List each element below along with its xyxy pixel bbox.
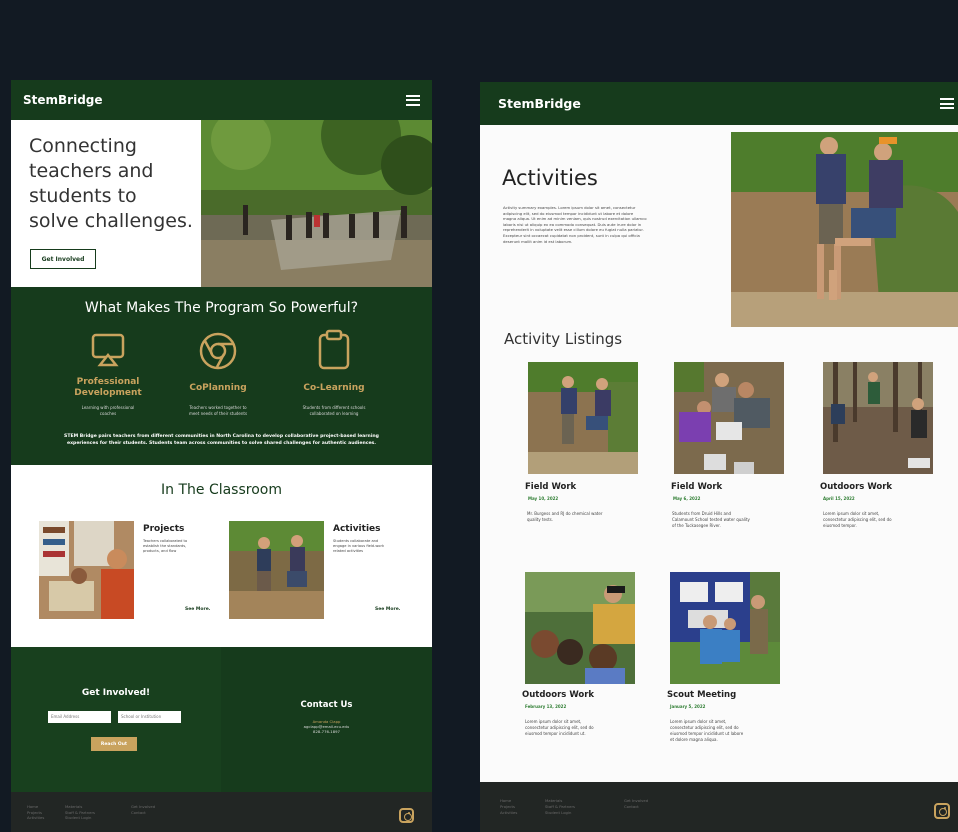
activity-title: Outdoors Work <box>522 690 595 700</box>
activity-photo <box>823 362 933 474</box>
activity-title: Field Work <box>525 482 577 492</box>
left-page-preview: StemBridge Connecting teachers and stude… <box>11 80 432 832</box>
activity-desc: Mr. Burgess and RJ do chemical water qua… <box>527 511 602 523</box>
activities-photo <box>229 521 324 619</box>
feature-desc: collaborated on learning <box>309 411 359 416</box>
card-title: Projects <box>143 524 185 534</box>
footer-link[interactable]: Contact <box>624 804 648 810</box>
hero-title-line: Connecting <box>29 135 137 157</box>
feature-title: Co-Learning <box>303 383 365 393</box>
instagram-icon[interactable] <box>399 808 414 823</box>
top-nav: StemBridge <box>11 80 432 120</box>
contact-heading: Contact Us <box>300 700 353 710</box>
feature-title: Professional <box>76 377 140 387</box>
activity-photo <box>670 572 780 684</box>
hero-photo <box>201 120 432 287</box>
activity-date: May 6, 2022 <box>673 496 701 501</box>
activity-card[interactable]: Outdoors Work <box>820 362 940 492</box>
activity-desc: Students from Druid Hills and Calamount … <box>672 511 750 529</box>
footer-link[interactable]: Activities <box>27 815 44 821</box>
classroom-section: In The Classroom Projects Teachers colla… <box>11 465 432 647</box>
footer: Home Projects Activities Materials Staff… <box>11 792 432 832</box>
hero-text-block: Connecting teachers and students to solv… <box>11 120 201 287</box>
contact-phone: 828-776-1897 <box>313 729 340 734</box>
section-heading: What Makes The Program So Powerful? <box>84 300 359 316</box>
desc-line: eiusmod tempor. <box>823 523 857 528</box>
see-more-link[interactable]: See More. <box>185 607 210 612</box>
brand-logo[interactable]: StemBridge <box>23 93 103 107</box>
activity-title: Field Work <box>671 482 723 492</box>
brand-logo[interactable]: StemBridge <box>498 96 581 111</box>
activity-desc: Lorem ipsum dolor sit amet, consectetur … <box>670 719 743 743</box>
feature-desc: meet needs of their students <box>188 411 248 416</box>
right-page-preview: StemBridge Activities Activity summary e… <box>480 82 958 832</box>
activity-title: Outdoors Work <box>820 482 893 492</box>
activity-card[interactable]: Field Work <box>671 362 791 492</box>
hero-title-line: teachers and <box>29 160 154 182</box>
get-involved-heading: Get Involved! <box>81 688 151 698</box>
summary-line: deserunt mollit anim id est laborum. <box>503 238 573 244</box>
footer-link[interactable]: Get Involved <box>131 804 155 810</box>
activity-desc: Lorem ipsum dolor sit amet, consectetur … <box>823 511 892 529</box>
activity-date: May 10, 2022 <box>528 496 559 501</box>
chrome-circle-icon <box>199 332 237 370</box>
top-nav: StemBridge <box>480 82 958 125</box>
airplay-icon <box>91 333 125 367</box>
hamburger-menu-icon[interactable] <box>406 94 420 106</box>
activity-title: Scout Meeting <box>667 690 737 700</box>
hamburger-menu-icon[interactable] <box>940 98 954 109</box>
projects-photo <box>39 521 134 619</box>
activity-card[interactable]: Field Work <box>525 362 645 492</box>
hero-title-line: solve challenges. <box>29 210 193 232</box>
reach-out-button[interactable]: Reach Out <box>91 737 137 751</box>
desc-line: et dolore magna aliqua. <box>670 737 718 742</box>
activities-hero-photo <box>731 132 958 327</box>
classroom-card-projects[interactable]: Projects Teachers collaborated to establ… <box>39 521 219 621</box>
listings-heading: Activity Listings <box>504 330 623 348</box>
desc-line: quality tests. <box>527 517 553 522</box>
activity-desc: Lorem ipsum dolor sit amet, consectetur … <box>525 719 594 737</box>
activity-card[interactable]: Outdoors Work <box>522 572 642 700</box>
get-involved-section: Get Involved! Email Address School or In… <box>11 647 221 792</box>
summary-line: experiences for their students. Students… <box>66 441 377 446</box>
footer-link[interactable]: Student Login <box>65 815 95 821</box>
activity-photo <box>528 362 638 474</box>
instagram-icon[interactable] <box>934 803 950 819</box>
feature-coplanning: CoPlanning Teachers worked together to m… <box>169 329 267 424</box>
activity-photo <box>674 362 784 474</box>
footer: Home Projects Activities Materials Staff… <box>480 782 958 832</box>
activities-summary: Activity summary examples. Lorem ipsum d… <box>503 205 713 244</box>
feature-professional-development: Professional Development Learning with p… <box>59 329 157 424</box>
summary-line: STEM Bridge pairs teachers from differen… <box>64 434 379 439</box>
activity-photo <box>525 572 635 684</box>
hero-title-line: students to <box>29 185 137 207</box>
program-summary: STEM Bridge pairs teachers from differen… <box>21 433 422 447</box>
card-title: Activities <box>333 524 381 534</box>
section-heading: In The Classroom <box>161 482 282 498</box>
footer-link[interactable]: Activities <box>500 810 517 816</box>
activity-date: February 13, 2022 <box>525 704 567 709</box>
card-desc: related activities <box>333 549 364 553</box>
contact-section: Contact Us Amanda Clapp agclapp@email.ec… <box>221 647 432 792</box>
card-desc: products, and flow <box>143 549 177 553</box>
activity-card[interactable]: Scout Meeting <box>667 572 787 700</box>
feature-co-learning: Co-Learning Students from different scho… <box>285 329 383 424</box>
school-input[interactable]: School or Institution <box>118 711 181 723</box>
get-involved-button[interactable]: Get Involved <box>30 249 96 269</box>
footer-link[interactable]: Contact <box>131 810 155 816</box>
clipboard-icon <box>318 329 350 370</box>
see-more-link[interactable]: See More. <box>375 607 400 612</box>
email-input[interactable]: Email Address <box>48 711 111 723</box>
desc-line: of the Tuckasegee River. <box>672 523 721 528</box>
desc-line: eiusmod tempor incididunt ut. <box>525 731 586 736</box>
activity-date: April 15, 2022 <box>823 496 855 501</box>
feature-title: CoPlanning <box>189 383 247 393</box>
feature-desc: coaches <box>99 411 117 416</box>
activity-date: January 5, 2022 <box>670 704 706 709</box>
footer-link[interactable]: Student Login <box>545 810 575 816</box>
classroom-card-activities[interactable]: Activities Students collaborate and enga… <box>229 521 409 621</box>
feature-title: Development <box>74 388 142 398</box>
page-title: Activities <box>502 166 598 190</box>
program-features-section: What Makes The Program So Powerful? Prof… <box>11 287 432 465</box>
